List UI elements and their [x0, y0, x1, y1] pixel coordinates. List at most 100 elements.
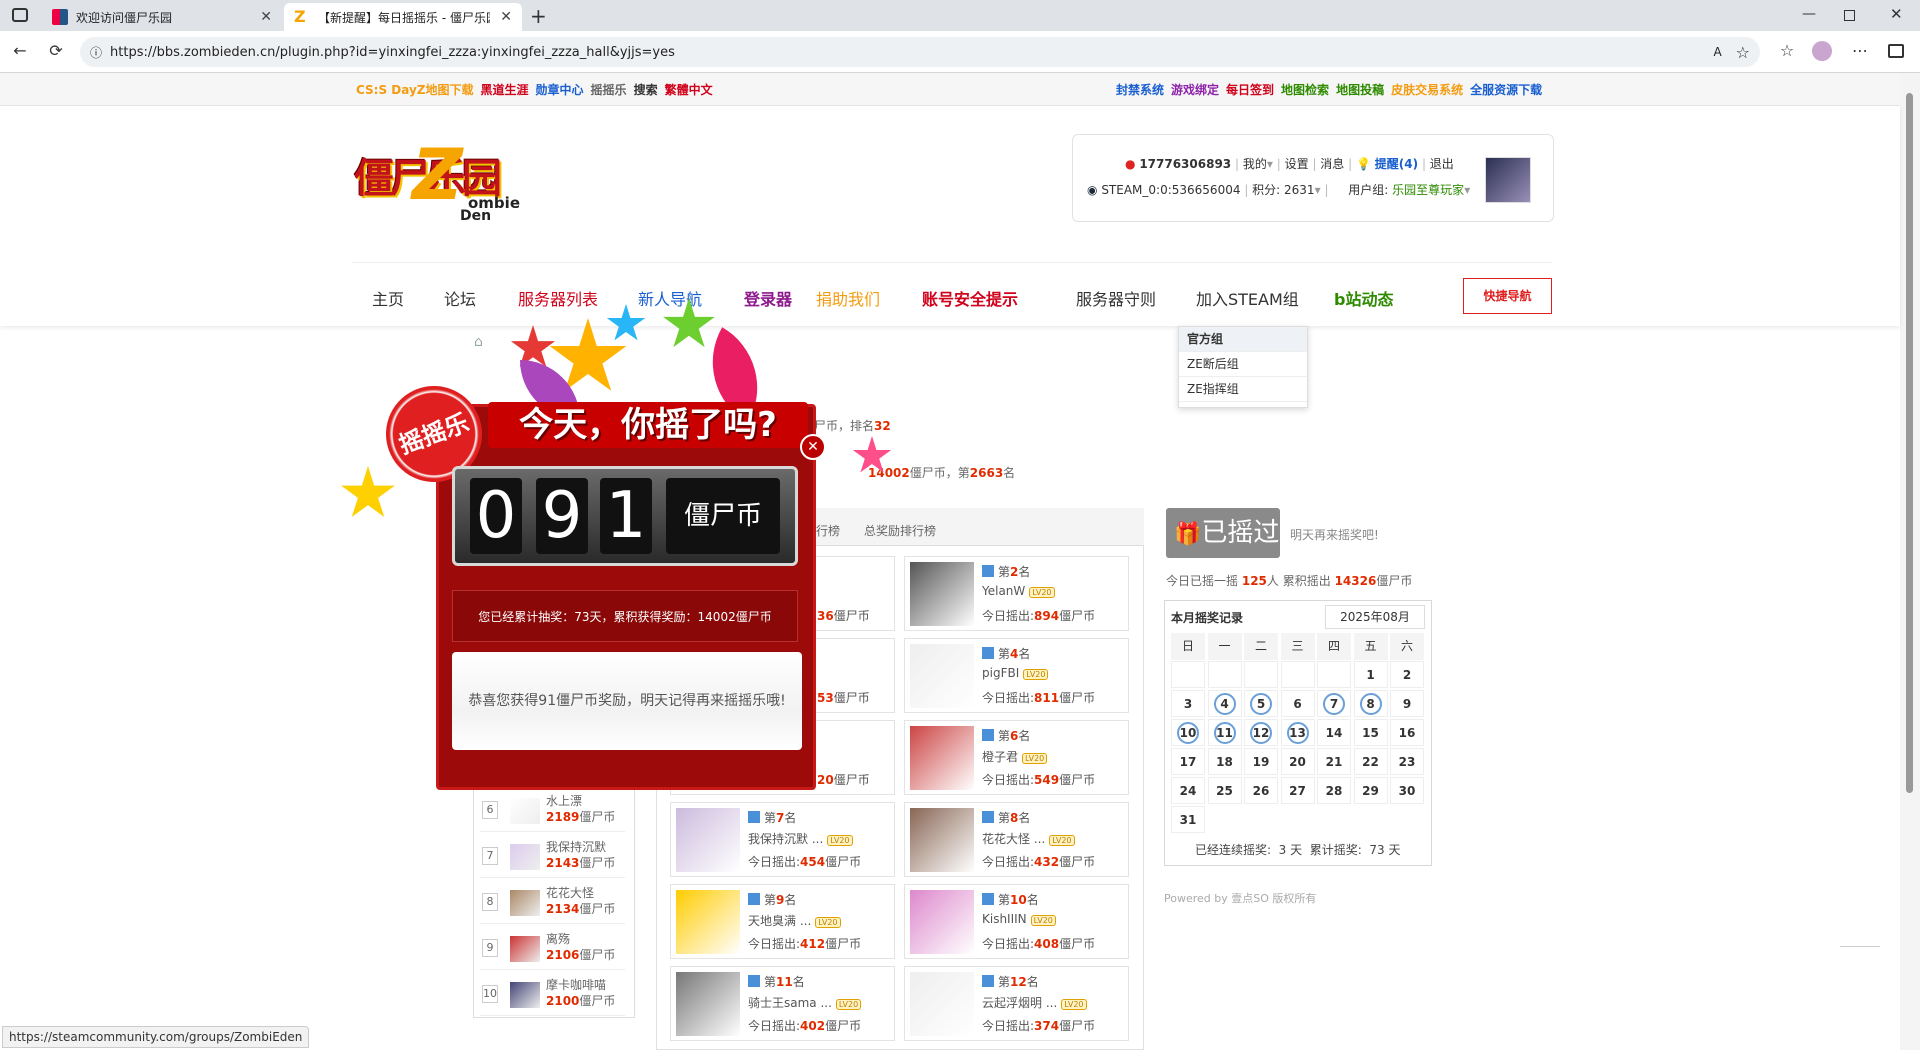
nav-item-4[interactable]: 登录器 [744, 286, 792, 310]
calendar-day[interactable]: 29 [1353, 777, 1388, 804]
nav-item-3[interactable]: 新人导航 [638, 286, 702, 310]
favorite-star-icon[interactable]: ☆ [1736, 43, 1750, 62]
player-name[interactable]: YelanW LV20 [982, 584, 1055, 598]
calendar-day[interactable]: 5 [1244, 690, 1278, 717]
player-name[interactable]: KishIIIN LV20 [982, 912, 1056, 926]
player-name[interactable]: 天地臭满 ... LV20 [748, 912, 841, 929]
player-name-text[interactable]: 花花大怪 ... [982, 832, 1045, 846]
player-name-text[interactable]: KishIIIN [982, 912, 1027, 926]
left-list-row[interactable]: 8 花花大怪 2134僵尸币 [480, 882, 625, 924]
calendar-day[interactable]: 9 [1390, 690, 1424, 717]
user-avatar[interactable] [1485, 157, 1531, 203]
top-link-right-0[interactable]: 封禁系统 [1116, 83, 1164, 97]
profile-avatar-icon[interactable] [1812, 41, 1832, 61]
calendar-day[interactable]: 3 [1171, 690, 1205, 717]
logout-link[interactable]: 退出 [1430, 157, 1454, 171]
player-name-text[interactable]: 云起浮烟明 ... [982, 996, 1057, 1010]
dropdown-item-0[interactable]: 官方组 [1179, 327, 1307, 352]
browser-tab-1[interactable]: 欢迎访问僵尸乐园 ✕ [42, 3, 282, 31]
calendar-day[interactable]: 11 [1207, 719, 1242, 746]
top-link-left-4[interactable]: 搜索 [634, 83, 658, 97]
left-list-row[interactable]: 6 水上漂 2189僵尸币 [480, 790, 625, 832]
nav-item-2[interactable]: 服务器列表 [518, 286, 598, 310]
calendar-day[interactable]: 7 [1317, 690, 1351, 717]
calendar-day[interactable]: 15 [1353, 719, 1388, 746]
nav-item-5[interactable]: 捐助我们 [816, 286, 880, 310]
popup-close-icon[interactable]: ✕ [800, 434, 826, 460]
player-name-text[interactable]: pigFBI [982, 666, 1019, 680]
top-link-left-3[interactable]: 摇摇乐 [591, 83, 627, 97]
url-box[interactable]: ⓘ https://bbs.zombieden.cn/plugin.php?id… [80, 37, 1760, 67]
points[interactable]: 积分: 2631 [1252, 183, 1314, 197]
top-link-right-5[interactable]: 皮肤交易系统 [1391, 83, 1463, 97]
tab-rank[interactable]: 行榜 [816, 522, 840, 539]
scrollbar-thumb[interactable] [1906, 93, 1913, 793]
player-name[interactable]: 花花大怪 ... LV20 [982, 830, 1075, 847]
calendar-day[interactable]: 28 [1317, 777, 1351, 804]
breadcrumb-home-icon[interactable]: ⌂ [474, 334, 483, 350]
sidebar-toggle-icon[interactable] [1888, 44, 1904, 58]
player-avatar[interactable] [910, 808, 974, 872]
top-link-right-2[interactable]: 每日签到 [1226, 83, 1274, 97]
left-list-row[interactable]: 9 离殇 2106僵尸币 [480, 928, 625, 970]
player-avatar[interactable] [910, 562, 974, 626]
player-avatar[interactable] [676, 972, 740, 1036]
left-list-row[interactable]: 7 我保持沉默 2143僵尸币 [480, 836, 625, 878]
dropdown-item-1[interactable]: ZE断后组 [1179, 352, 1307, 377]
calendar-day[interactable]: 2 [1390, 661, 1424, 688]
nav-item-6[interactable]: 账号安全提示 [922, 286, 1018, 310]
close-tab-icon[interactable]: ✕ [260, 9, 272, 25]
calendar-day[interactable]: 12 [1244, 719, 1278, 746]
calendar-day[interactable]: 18 [1207, 748, 1242, 775]
player-avatar[interactable] [676, 808, 740, 872]
top-link-right-4[interactable]: 地图投稿 [1336, 83, 1384, 97]
remind-link[interactable]: 提醒(4) [1375, 157, 1418, 171]
calendar-day[interactable]: 22 [1353, 748, 1388, 775]
top-link-left-2[interactable]: 勋章中心 [536, 83, 584, 97]
nav-item-7[interactable]: 服务器守则 [1076, 286, 1156, 310]
restore-icon[interactable] [1844, 10, 1855, 21]
calendar-day[interactable]: 30 [1390, 777, 1424, 804]
calendar-day[interactable]: 27 [1280, 777, 1315, 804]
calendar-day[interactable]: 20 [1280, 748, 1315, 775]
player-avatar[interactable] [676, 890, 740, 954]
refresh-icon[interactable]: ⟳ [44, 39, 68, 63]
player-avatar[interactable] [910, 644, 974, 708]
player-avatar[interactable] [910, 726, 974, 790]
player-avatar[interactable] [910, 890, 974, 954]
calendar-day[interactable]: 6 [1280, 690, 1315, 717]
calendar-day[interactable]: 21 [1317, 748, 1351, 775]
calendar-day[interactable]: 13 [1280, 719, 1315, 746]
top-link-left-1[interactable]: 黑道生涯 [481, 83, 529, 97]
calendar-day[interactable]: 26 [1244, 777, 1278, 804]
tab-actions-icon[interactable] [12, 8, 28, 22]
dropdown-item-2[interactable]: ZE指挥组 [1179, 377, 1307, 402]
nav-item-0[interactable]: 主页 [372, 286, 404, 310]
list-name[interactable]: 水上漂 [546, 792, 582, 809]
top-link-right-1[interactable]: 游戏绑定 [1171, 83, 1219, 97]
player-name[interactable]: 骑士王sama ... LV20 [748, 994, 862, 1011]
my-menu[interactable]: 我的 [1243, 157, 1267, 171]
already-shaken-button[interactable]: 🎁已摇过 [1166, 508, 1280, 558]
nav-item-1[interactable]: 论坛 [444, 286, 476, 310]
left-list-row[interactable]: 10 摩卡咖啡喵 2100僵尸币 [480, 974, 625, 1016]
calendar-day[interactable]: 1 [1353, 661, 1388, 688]
close-tab-icon[interactable]: ✕ [500, 9, 512, 25]
user-group[interactable]: 乐园至尊玩家 [1392, 183, 1464, 197]
quick-nav-button[interactable]: 快捷导航 [1463, 278, 1552, 314]
calendar-day[interactable]: 14 [1317, 719, 1351, 746]
calendar-day[interactable]: 10 [1171, 719, 1205, 746]
list-name[interactable]: 我保持沉默 [546, 838, 606, 855]
player-name-text[interactable]: 我保持沉默 ... [748, 832, 823, 846]
settings-link[interactable]: 设置 [1285, 157, 1309, 171]
nav-item-8[interactable]: 加入STEAM组 [1196, 286, 1299, 310]
minimize-icon[interactable]: — [1802, 6, 1816, 22]
steam-id[interactable]: STEAM_0:0:536656004 [1101, 183, 1240, 197]
close-window-icon[interactable]: ✕ [1890, 5, 1903, 23]
list-name[interactable]: 离殇 [546, 930, 570, 947]
new-tab-icon[interactable]: + [530, 4, 547, 28]
url-text[interactable]: https://bbs.zombieden.cn/plugin.php?id=y… [110, 45, 675, 60]
calendar-day[interactable]: 17 [1171, 748, 1205, 775]
player-name[interactable]: 云起浮烟明 ... LV20 [982, 994, 1087, 1011]
top-link-right-3[interactable]: 地图检索 [1281, 83, 1329, 97]
